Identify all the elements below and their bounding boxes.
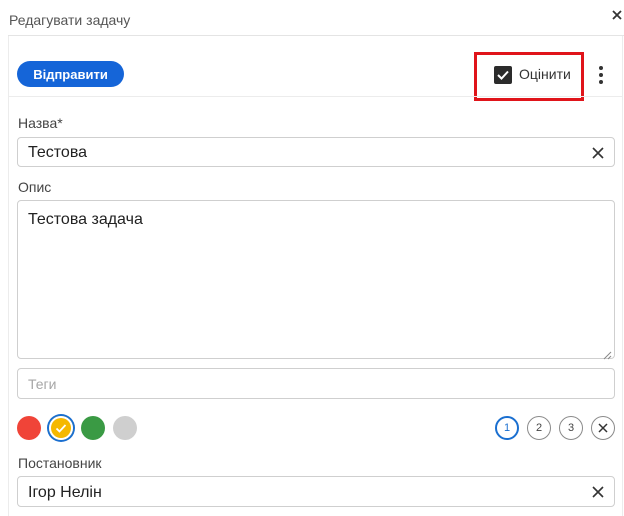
description-label: Опис [18, 179, 52, 195]
name-value: Тестова [28, 144, 88, 161]
clear-name-icon[interactable] [591, 146, 605, 160]
color-gray[interactable] [113, 416, 137, 440]
priority-3[interactable]: 3 [559, 416, 583, 440]
more-options-icon[interactable] [594, 64, 608, 86]
description-textarea[interactable]: Тестова задача [17, 200, 615, 360]
color-green[interactable] [81, 416, 105, 440]
assigner-value: Ігор Нелін [28, 484, 102, 501]
dialog-right-border [622, 36, 623, 516]
check-icon [55, 424, 67, 433]
clear-assigner-icon[interactable] [591, 485, 605, 499]
rate-checkbox[interactable] [494, 66, 512, 84]
title-divider [8, 35, 624, 36]
description-value: Тестова задача [28, 211, 143, 228]
dialog-left-border [8, 36, 9, 516]
submit-button[interactable]: Відправити [17, 61, 124, 87]
priority-1[interactable]: 1 [495, 416, 519, 440]
rate-label[interactable]: Оцінити [519, 66, 571, 82]
tags-input[interactable]: Теги [17, 368, 615, 399]
priority-clear-icon[interactable] [591, 416, 615, 440]
dialog-title: Редагувати задачу [9, 12, 131, 28]
close-icon[interactable] [609, 6, 624, 24]
name-input[interactable]: Тестова [17, 137, 615, 167]
assigner-label: Постановник [18, 455, 102, 471]
checkmark-icon [497, 70, 509, 80]
name-label: Назва* [18, 115, 63, 131]
priority-2[interactable]: 2 [527, 416, 551, 440]
color-red[interactable] [17, 416, 41, 440]
resize-handle-icon[interactable] [603, 347, 612, 360]
toolbar-divider [9, 96, 622, 97]
assigner-input[interactable]: Ігор Нелін [17, 476, 615, 507]
color-yellow[interactable] [49, 416, 73, 440]
tags-placeholder: Теги [28, 376, 57, 392]
